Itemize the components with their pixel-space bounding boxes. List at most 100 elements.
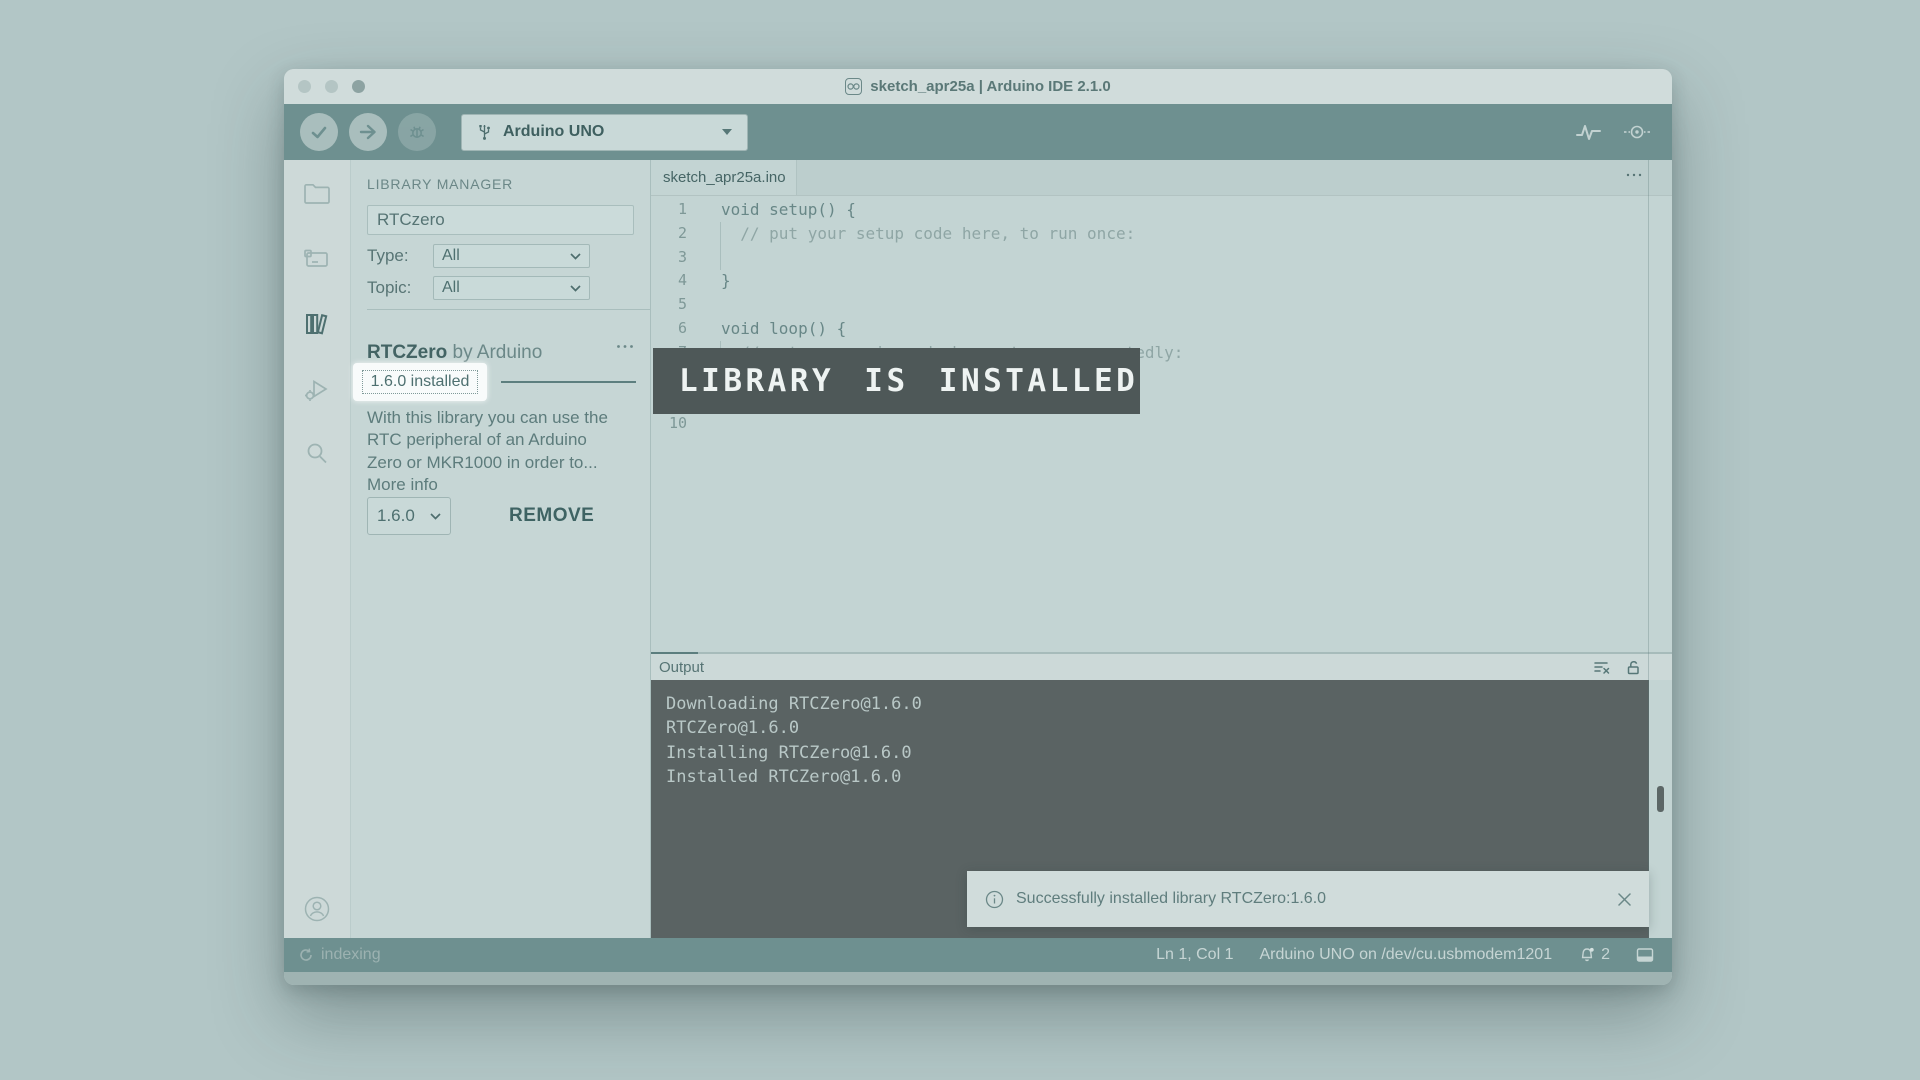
description-line: RTC peripheral of an Arduino [367, 429, 608, 451]
remove-button[interactable]: REMOVE [503, 504, 600, 528]
version-value: 1.6.0 [377, 506, 415, 526]
topic-filter-value: All [442, 279, 460, 297]
code-line: 1 void setup() { [651, 198, 1672, 222]
indexing-status: indexing [298, 946, 381, 964]
zoom-window-button[interactable] [352, 80, 365, 93]
code-line: 4} [651, 269, 1672, 293]
chevron-down-icon [722, 129, 732, 135]
tab-sketch[interactable]: sketch_apr25a.ino [651, 160, 797, 195]
library-entry-menu-icon[interactable] [616, 344, 634, 349]
board-icon [300, 242, 334, 276]
library-entry-title: RTCZero by Arduino [367, 342, 542, 364]
close-icon[interactable] [1618, 893, 1631, 906]
clear-output-icon[interactable] [1594, 659, 1610, 675]
line-number: 3 [651, 246, 687, 270]
entry-divider-line [501, 381, 636, 383]
library-name: RTCZero [367, 342, 447, 363]
console-line: Installing RTCZero@1.6.0 [666, 741, 1649, 765]
sidebar-item-debug[interactable] [299, 371, 335, 407]
annotation-banner-text: LIBRARY IS INSTALLED [679, 363, 1138, 399]
board-selector[interactable]: Arduino UNO [461, 114, 748, 151]
sidebar-item-boards-manager[interactable] [299, 241, 335, 277]
close-window-button[interactable] [298, 80, 311, 93]
tab-output[interactable]: Output [659, 659, 704, 676]
sidebar-item-search[interactable] [299, 436, 335, 472]
type-filter-select[interactable]: All [433, 244, 590, 268]
info-icon [985, 890, 1004, 909]
refresh-icon [298, 947, 314, 963]
usb-icon [477, 122, 492, 142]
type-filter-label: Type: [367, 246, 433, 266]
type-filter-row: Type: All [367, 244, 634, 268]
notification-toast: Successfully installed library RTCZero:1… [967, 871, 1649, 927]
account-icon [302, 894, 332, 924]
board-port-status[interactable]: Arduino UNO on /dev/cu.usbmodem1201 [1259, 946, 1552, 964]
code-editor[interactable]: 1void setup() {2 // put your setup code … [651, 196, 1672, 652]
library-manager-panel: LIBRARY MANAGER Type: All Topic: All RTC… [350, 160, 650, 938]
output-tab-indicator [651, 652, 698, 654]
status-bar-right: Ln 1, Col 1 Arduino UNO on /dev/cu.usbmo… [1156, 946, 1654, 964]
main-content: LIBRARY MANAGER Type: All Topic: All RTC… [284, 160, 1672, 938]
traffic-lights [298, 80, 365, 93]
code-line: 10 [651, 412, 1672, 436]
arduino-app-icon [845, 78, 862, 95]
code-text: void setup() { [721, 198, 856, 222]
output-toolbar [1594, 659, 1642, 676]
sidebar-item-account[interactable] [284, 894, 350, 924]
autoscroll-lock-icon[interactable] [1625, 659, 1642, 676]
verify-button[interactable] [300, 113, 338, 151]
installed-version-badge: 1.6.0 installed [362, 370, 479, 394]
toggle-panel-icon[interactable] [1636, 947, 1654, 963]
checkmark-icon [309, 122, 329, 142]
debug-button[interactable] [398, 113, 436, 151]
panel-title: LIBRARY MANAGER [367, 176, 634, 192]
output-panel-header: Output [651, 652, 1672, 680]
editor-column: sketch_apr25a.ino 1void setup() {2 // pu… [650, 160, 1672, 938]
serial-plotter-icon[interactable] [1575, 121, 1602, 143]
line-number: 5 [651, 293, 687, 317]
indent-guide [720, 222, 721, 270]
toolbar-right-group [1575, 121, 1652, 143]
serial-monitor-icon[interactable] [1622, 121, 1652, 143]
code-line: 5 [651, 293, 1672, 317]
chevron-down-icon [430, 513, 441, 520]
description-line: With this library you can use the [367, 407, 608, 429]
chevron-down-icon [570, 253, 581, 260]
description-line: Zero or MKR1000 in order to... [367, 452, 608, 474]
console-line: Downloading RTCZero@1.6.0 [666, 692, 1649, 716]
code-line: 3 [651, 246, 1672, 270]
cursor-position[interactable]: Ln 1, Col 1 [1156, 946, 1233, 964]
minimize-window-button[interactable] [325, 80, 338, 93]
more-info-link[interactable]: More info [367, 474, 608, 496]
annotation-banner: LIBRARY IS INSTALLED [653, 348, 1140, 414]
upload-button[interactable] [349, 113, 387, 151]
status-bar: indexing Ln 1, Col 1 Arduino UNO on /dev… [284, 938, 1672, 972]
console-line: Installed RTCZero@1.6.0 [666, 765, 1649, 789]
search-icon [300, 437, 334, 471]
activity-sidebar [284, 160, 350, 938]
notification-count: 2 [1601, 946, 1610, 964]
topic-filter-select[interactable]: All [433, 276, 590, 300]
sidebar-item-library-manager[interactable] [299, 306, 335, 342]
line-number: 4 [651, 269, 687, 293]
line-number: 1 [651, 198, 687, 222]
library-search-input[interactable] [367, 205, 634, 235]
code-text: // put your setup code here, to run once… [721, 222, 1135, 246]
titlebar: sketch_apr25a | Arduino IDE 2.1.0 [284, 69, 1672, 104]
debugger-icon [407, 122, 427, 142]
chevron-down-icon [570, 285, 581, 292]
line-number: 6 [651, 317, 687, 341]
board-selector-value: Arduino UNO [503, 123, 604, 141]
console-scrollbar-thumb[interactable] [1657, 786, 1664, 812]
arrow-right-icon [358, 122, 378, 142]
console-line: RTCZero@1.6.0 [666, 716, 1649, 740]
toast-message: Successfully installed library RTCZero:1… [1016, 890, 1326, 908]
version-select[interactable]: 1.6.0 [367, 497, 451, 535]
annotation-highlight-box: 1.6.0 installed [353, 363, 487, 401]
sidebar-item-sketchbook[interactable] [299, 176, 335, 212]
notifications-indicator[interactable]: 2 [1578, 946, 1610, 964]
topic-filter-label: Topic: [367, 278, 433, 298]
arduino-ide-window: sketch_apr25a | Arduino IDE 2.1.0 [284, 69, 1672, 985]
window-title-group: sketch_apr25a | Arduino IDE 2.1.0 [845, 78, 1110, 95]
tab-options-icon[interactable] [1626, 173, 1642, 177]
